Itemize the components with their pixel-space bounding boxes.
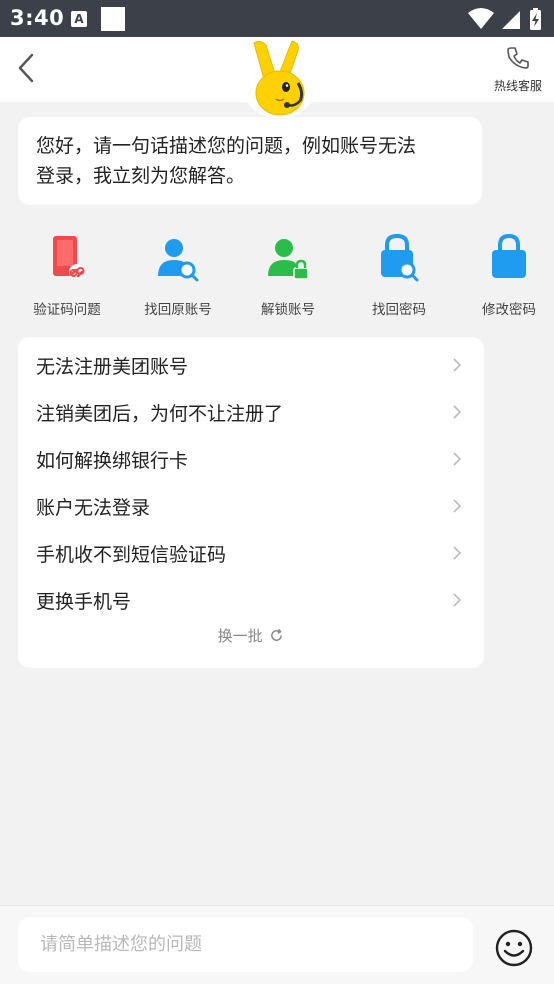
chevron-right-icon (453, 499, 462, 513)
hotline-button[interactable]: 热线客服 (490, 45, 546, 97)
greeting-line-2: 登录，我立刻为您解答。 (36, 165, 246, 187)
faq-item-text: 手机收不到短信验证码 (36, 544, 227, 566)
faq-item[interactable]: 如何解换绑银行卡 (18, 435, 484, 482)
status-bar: 3:40 A (0, 0, 554, 37)
shortcut-label: 找回密码 (372, 302, 426, 318)
hotline-label: 热线客服 (493, 79, 542, 93)
shortcut-verification-code[interactable]: 验证码问题 (17, 232, 117, 318)
chevron-left-icon (18, 53, 34, 83)
chevron-right-icon (453, 358, 462, 372)
lock-search-icon (381, 233, 419, 282)
shortcut-label: 修改密码 (482, 302, 536, 318)
user-search-icon (158, 239, 199, 282)
faq-item-text: 注销美团后，为何不让注册了 (36, 403, 284, 425)
faq-item-text: 更换手机号 (36, 591, 132, 613)
greeting-message: 您好，请一句话描述您的问题，例如账号无法 登录，我立刻为您解答。 (18, 117, 482, 205)
chevron-right-icon (453, 546, 462, 560)
faq-item[interactable]: 账户无法登录 (18, 482, 484, 529)
refresh-icon (271, 628, 283, 641)
shortcut-find-password[interactable]: 找回密码 (349, 232, 449, 318)
refresh-label: 换一批 (217, 627, 263, 645)
notification-a-icon: A (71, 11, 87, 27)
chevron-right-icon (453, 405, 462, 419)
faq-item-text: 如何解换绑银行卡 (36, 450, 189, 472)
emoji-button[interactable] (494, 928, 534, 968)
shortcut-label: 验证码问题 (33, 302, 101, 318)
question-input[interactable] (18, 917, 473, 972)
mascot-icon (253, 40, 305, 116)
refresh-batch-button[interactable]: 换一批 (18, 625, 484, 646)
notification-square-icon (101, 7, 125, 31)
status-icons (468, 8, 541, 30)
user-lock-icon (268, 239, 309, 280)
shortcut-label: 找回原账号 (144, 302, 212, 318)
faq-item[interactable]: 无法注册美团账号 (18, 341, 484, 388)
shortcut-find-account[interactable]: 找回原账号 (128, 232, 228, 318)
signal-icon (502, 11, 520, 29)
faq-item[interactable]: 手机收不到短信验证码 (18, 529, 484, 576)
service-avatar (240, 37, 318, 119)
header: 热线客服 (0, 37, 554, 119)
phone-unlink-icon (53, 236, 85, 280)
faq-item[interactable]: 注销美团后，为何不让注册了 (18, 388, 484, 435)
shortcut-change-password[interactable]: 修改密码 (459, 232, 554, 318)
status-time: 3:40 (10, 6, 65, 30)
lock-icon (492, 233, 526, 278)
greeting-line-1: 您好，请一句话描述您的问题，例如账号无法 (36, 135, 417, 157)
faq-item[interactable]: 更换手机号 (18, 576, 484, 623)
input-bar (0, 905, 554, 984)
quick-shortcuts: 验证码问题 找回原账号 解锁账号 找回密码 修改密码 (0, 232, 554, 322)
back-button[interactable] (10, 47, 50, 91)
wifi-icon (468, 8, 494, 29)
smiley-icon (495, 929, 533, 967)
phone-icon (507, 47, 529, 69)
shortcut-unlock-account[interactable]: 解锁账号 (238, 232, 338, 318)
chevron-right-icon (453, 452, 462, 466)
faq-item-text: 无法注册美团账号 (36, 356, 189, 378)
chevron-right-icon (453, 593, 462, 607)
faq-list: 无法注册美团账号 注销美团后，为何不让注册了 如何解换绑银行卡 账户无法登录 手… (18, 337, 484, 668)
faq-item-text: 账户无法登录 (36, 497, 151, 519)
shortcut-label: 解锁账号 (261, 302, 315, 318)
battery-icon (530, 8, 541, 30)
